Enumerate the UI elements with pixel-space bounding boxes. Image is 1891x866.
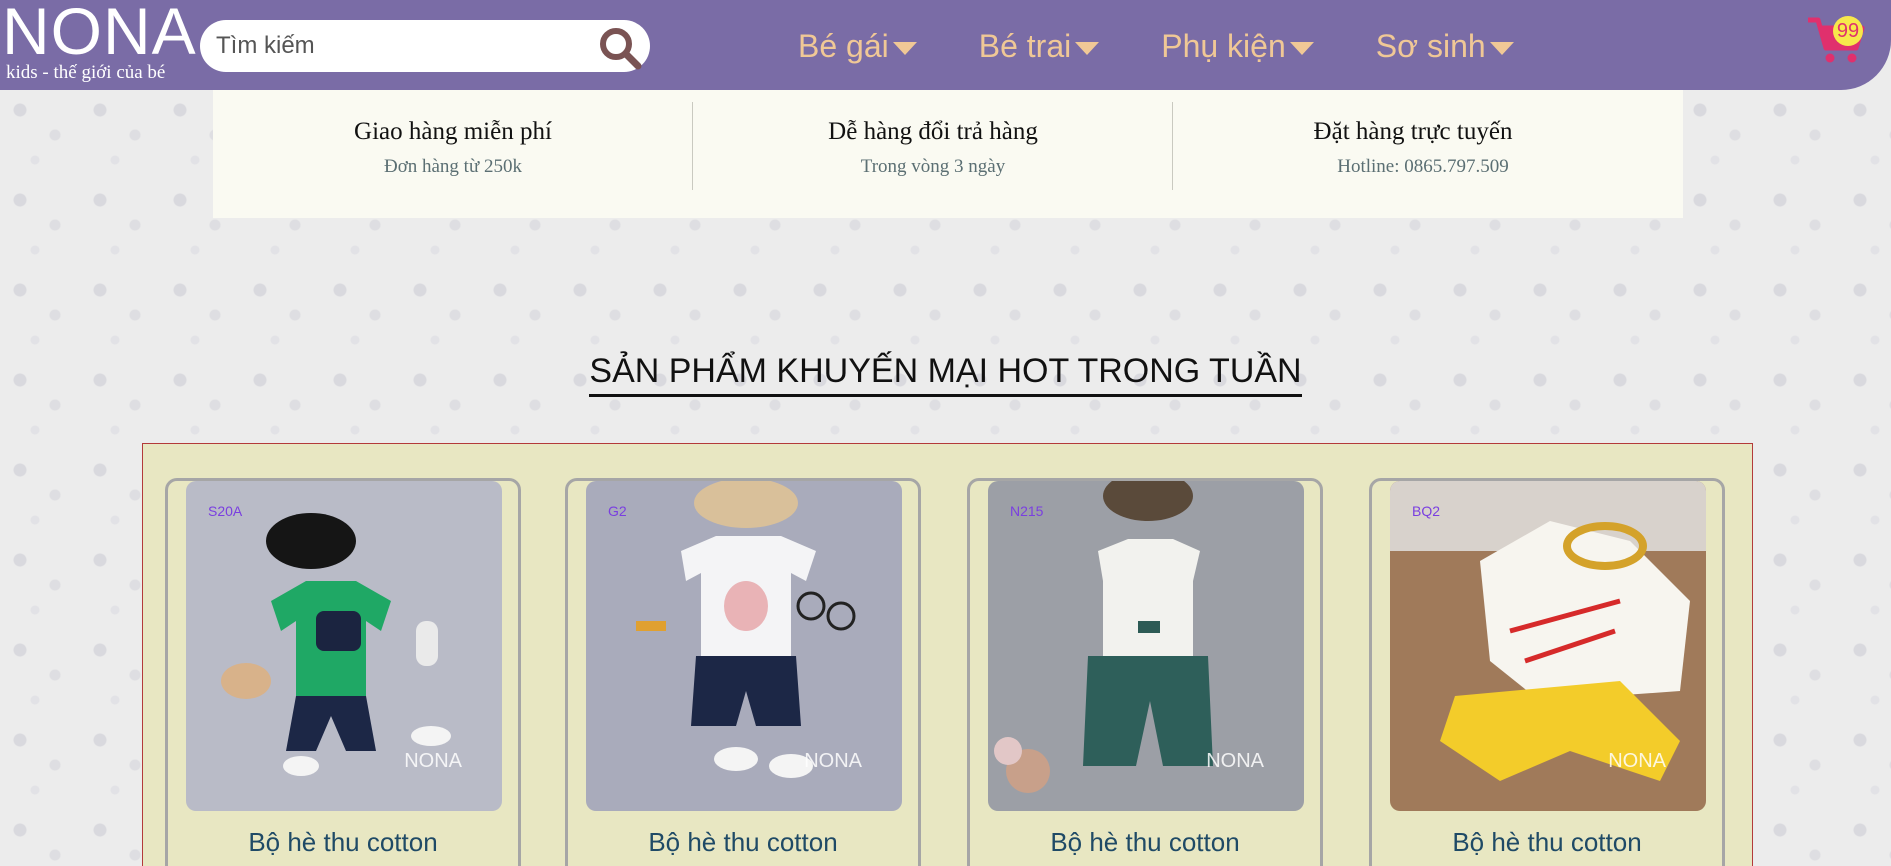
product-code: BQ2 <box>1412 503 1441 519</box>
product-grid: S20A NONA Bộ hè thu cotton G2 NONA Bộ hè… <box>142 443 1753 866</box>
info-title: Dễ hàng đổi trả hàng <box>828 118 1038 145</box>
info-returns: Dễ hàng đổi trả hàng Trong vòng 3 ngày <box>693 90 1173 218</box>
search-icon[interactable] <box>596 24 644 72</box>
info-title: Giao hàng miễn phí <box>354 118 552 145</box>
product-image[interactable]: BQ2 NONA <box>1390 481 1706 811</box>
product-name[interactable]: Bộ hè thu cotton <box>168 827 518 858</box>
product-image[interactable]: S20A NONA <box>186 481 502 811</box>
nav-item-label: Phụ kiện <box>1161 27 1286 64</box>
product-code: G2 <box>608 503 627 519</box>
product-watermark: NONA <box>404 750 462 772</box>
info-online-order: Đặt hàng trực tuyến Hotline: 0865.797.50… <box>1173 90 1653 218</box>
product-name[interactable]: Bộ hè thu cotton <box>568 827 918 858</box>
info-hotline: Hotline: 0865.797.509 <box>1337 156 1509 177</box>
nav-item-label: Bé gái <box>798 27 889 64</box>
nav-item-label: Bé trai <box>978 27 1072 64</box>
nav-item-be-gai[interactable]: Bé gái <box>798 24 917 68</box>
product-card[interactable]: BQ2 NONA Bộ hè thu cotton <box>1369 478 1725 866</box>
section-title-text: SẢN PHẨM KHUYẾN MẠI HOT TRONG TUẦN <box>589 352 1302 397</box>
site-header: NONA kids - thế giới của bé Bé gái Bé tr… <box>0 0 1891 90</box>
search-input[interactable] <box>216 30 586 62</box>
caret-down-icon <box>1489 41 1514 55</box>
nav-item-be-trai[interactable]: Bé trai <box>978 24 1100 68</box>
caret-down-icon <box>1289 41 1314 55</box>
nav-item-phu-kien[interactable]: Phụ kiện <box>1161 24 1314 68</box>
logo-tagline: kids - thế giới của bé <box>6 62 166 83</box>
product-name[interactable]: Bộ hè thu cotton <box>1372 827 1722 858</box>
service-info-strip: Giao hàng miễn phí Đơn hàng từ 250k Dễ h… <box>213 90 1683 218</box>
product-card[interactable]: G2 NONA Bộ hè thu cotton <box>565 478 921 866</box>
search-box <box>200 20 650 72</box>
product-name[interactable]: Bộ hè thu cotton <box>970 827 1320 858</box>
product-card[interactable]: S20A NONA Bộ hè thu cotton <box>165 478 521 866</box>
info-subtitle: Trong vòng 3 ngày <box>860 156 1006 177</box>
product-code: S20A <box>208 503 243 519</box>
cart-count-badge: 99 <box>1833 16 1863 46</box>
caret-down-icon <box>1075 41 1100 55</box>
section-title: SẢN PHẨM KHUYẾN MẠI HOT TRONG TUẦN <box>0 352 1891 397</box>
nav-item-so-sinh[interactable]: Sơ sinh <box>1376 24 1514 68</box>
product-card[interactable]: N215 NONA Bộ hè thu cotton <box>967 478 1323 866</box>
product-watermark: NONA <box>1206 750 1264 772</box>
product-image[interactable]: N215 NONA <box>988 481 1304 811</box>
caret-down-icon <box>892 41 917 55</box>
logo-name: NONA <box>2 0 197 68</box>
info-free-shipping: Giao hàng miễn phí Đơn hàng từ 250k <box>213 90 693 218</box>
logo[interactable]: NONA kids - thế giới của bé <box>2 0 197 88</box>
product-image[interactable]: G2 NONA <box>586 481 902 811</box>
info-title: Đặt hàng trực tuyến <box>1313 118 1513 145</box>
main-nav: Bé gái Bé trai Phụ kiện Sơ sinh <box>798 24 1576 68</box>
product-watermark: NONA <box>1608 750 1666 772</box>
info-subtitle: Đơn hàng từ 250k <box>383 156 523 177</box>
nav-item-label: Sơ sinh <box>1375 27 1486 64</box>
product-code: N215 <box>1010 503 1044 519</box>
product-watermark: NONA <box>804 750 862 772</box>
